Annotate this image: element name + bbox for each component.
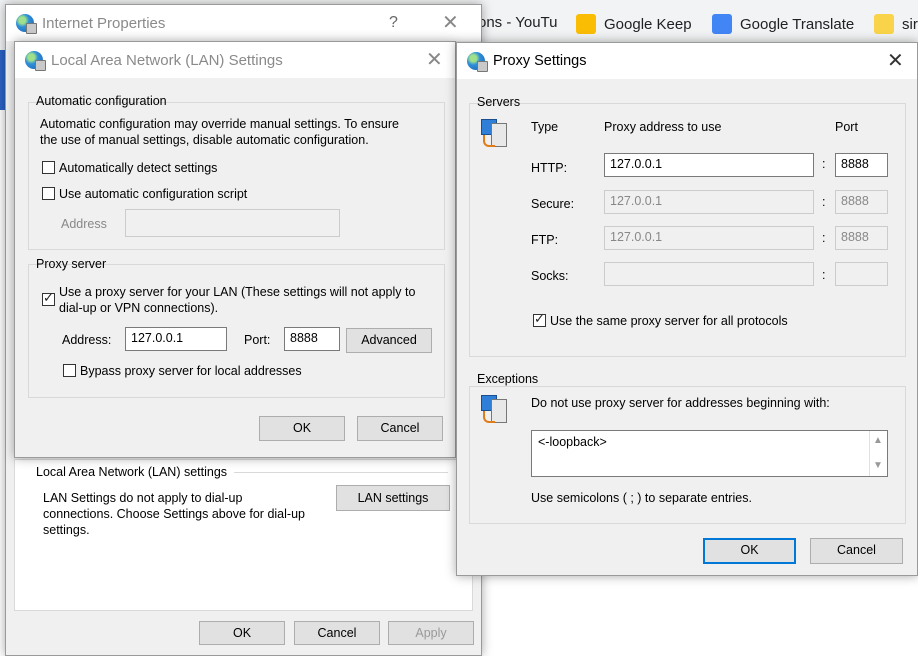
lan-description-line2: connections. Choose Settings above for d… bbox=[43, 507, 305, 521]
proxy-settings-dialog: Proxy Settings ✕ Servers Type Proxy addr… bbox=[456, 42, 918, 576]
advanced-button[interactable]: Advanced bbox=[346, 328, 432, 353]
bookmark-google-translate[interactable]: Google Translate bbox=[712, 14, 854, 34]
exceptions-scrollbar[interactable]: ▲ ▼ bbox=[869, 431, 887, 476]
address-label: Address: bbox=[62, 333, 112, 347]
lan-settings-button[interactable]: LAN settings bbox=[336, 485, 450, 511]
ftp-type-label: FTP: bbox=[531, 233, 559, 247]
script-address-field[interactable] bbox=[125, 209, 340, 237]
apply-button[interactable]: Apply bbox=[388, 621, 474, 645]
column-port-header: Port bbox=[835, 120, 858, 134]
cancel-button[interactable]: Cancel bbox=[294, 621, 380, 645]
exceptions-hint: Use semicolons ( ; ) to separate entries… bbox=[531, 491, 752, 505]
translate-icon bbox=[712, 14, 732, 34]
lan-group-label: Local Area Network (LAN) settings bbox=[36, 465, 228, 479]
lan-settings-dialog: Local Area Network (LAN) Settings ✕ Auto… bbox=[14, 41, 456, 458]
scroll-up-icon[interactable]: ▲ bbox=[873, 433, 883, 449]
bookmark-label: ons - YouTu bbox=[478, 14, 558, 31]
internet-properties-titlebar: Internet Properties ? ✕ bbox=[6, 5, 481, 41]
keep-icon bbox=[576, 14, 596, 34]
servers-group-label: Servers bbox=[477, 95, 521, 109]
http-type-label: HTTP: bbox=[531, 161, 568, 175]
network-server-icon bbox=[481, 117, 509, 149]
http-address-input[interactable]: 127.0.0.1 bbox=[604, 153, 814, 177]
secure-address-input[interactable]: 127.0.0.1 bbox=[604, 190, 814, 214]
bookmark-folder[interactable]: sir bbox=[874, 14, 918, 34]
internet-globe-icon bbox=[467, 52, 488, 72]
secure-type-label: Secure: bbox=[531, 197, 575, 211]
bypass-local-label: Bypass proxy server for local addresses bbox=[80, 364, 302, 378]
same-proxy-checkbox[interactable] bbox=[533, 311, 546, 327]
window-title: Internet Properties bbox=[42, 14, 166, 32]
ftp-address-input[interactable]: 127.0.0.1 bbox=[604, 226, 814, 250]
ok-button[interactable]: OK bbox=[259, 416, 345, 441]
script-address-label: Address bbox=[61, 217, 107, 231]
auto-description-line2: the use of manual settings, disable auto… bbox=[40, 133, 369, 147]
internet-globe-icon bbox=[16, 14, 37, 34]
port-separator: : bbox=[822, 157, 826, 171]
socks-address-input[interactable] bbox=[604, 262, 814, 286]
auto-detect-label: Automatically detect settings bbox=[59, 161, 218, 175]
internet-globe-icon bbox=[25, 51, 46, 71]
folder-icon bbox=[874, 14, 894, 34]
lan-description-line3: settings. bbox=[43, 523, 90, 537]
dialog-title: Proxy Settings bbox=[493, 53, 587, 69]
proxy-group-label: Proxy server bbox=[36, 257, 107, 271]
auto-description-line1: Automatic configuration may override man… bbox=[40, 117, 399, 131]
ftp-port-input[interactable]: 8888 bbox=[835, 226, 888, 250]
network-server-icon bbox=[481, 393, 509, 425]
cancel-button[interactable]: Cancel bbox=[357, 416, 443, 441]
close-icon[interactable]: ✕ bbox=[426, 47, 443, 72]
bookmark-label: Google Translate bbox=[740, 15, 855, 33]
bookmark-label: sir bbox=[902, 15, 918, 33]
bookmark-google-keep[interactable]: Google Keep bbox=[576, 14, 692, 34]
auto-script-checkbox[interactable] bbox=[42, 187, 55, 200]
bookmark-label: Google Keep bbox=[604, 15, 692, 33]
auto-script-label: Use automatic configuration script bbox=[59, 187, 248, 201]
column-address-header: Proxy address to use bbox=[604, 120, 722, 134]
auto-detect-checkbox[interactable] bbox=[42, 161, 55, 174]
bookmark-youtube[interactable]: ons - YouTu bbox=[478, 14, 558, 31]
use-proxy-checkbox[interactable] bbox=[42, 290, 55, 306]
exceptions-textarea[interactable]: <-loopback> ▲ ▼ bbox=[531, 430, 888, 477]
close-icon[interactable]: ✕ bbox=[442, 10, 459, 35]
proxy-address-input[interactable]: 127.0.0.1 bbox=[125, 327, 227, 351]
dialog-title: Local Area Network (LAN) Settings bbox=[51, 51, 283, 69]
port-separator: : bbox=[822, 268, 826, 282]
lan-description-line1: LAN Settings do not apply to dial-up bbox=[43, 491, 243, 505]
secure-port-input[interactable]: 8888 bbox=[835, 190, 888, 214]
socks-type-label: Socks: bbox=[531, 269, 569, 283]
http-port-input[interactable]: 8888 bbox=[835, 153, 888, 177]
scroll-down-icon[interactable]: ▼ bbox=[873, 458, 883, 474]
ok-button[interactable]: OK bbox=[703, 538, 796, 564]
lan-dialog-titlebar: Local Area Network (LAN) Settings ✕ bbox=[15, 42, 455, 78]
use-proxy-label-line2: dial-up or VPN connections). bbox=[59, 301, 219, 315]
auto-group-label: Automatic configuration bbox=[36, 94, 167, 108]
group-divider bbox=[234, 472, 448, 473]
use-proxy-label-line1: Use a proxy server for your LAN (These s… bbox=[59, 285, 416, 299]
cancel-button[interactable]: Cancel bbox=[810, 538, 903, 564]
proxy-port-input[interactable]: 8888 bbox=[284, 327, 340, 351]
help-button[interactable]: ? bbox=[389, 14, 398, 32]
ok-button[interactable]: OK bbox=[199, 621, 285, 645]
bypass-local-checkbox[interactable] bbox=[63, 364, 76, 377]
proxy-dialog-titlebar: Proxy Settings ✕ bbox=[457, 43, 917, 79]
socks-port-input[interactable] bbox=[835, 262, 888, 286]
close-icon[interactable]: ✕ bbox=[887, 48, 904, 73]
exceptions-value: <-loopback> bbox=[538, 435, 607, 449]
port-separator: : bbox=[822, 195, 826, 209]
exceptions-group-label: Exceptions bbox=[477, 372, 539, 386]
same-proxy-label: Use the same proxy server for all protoc… bbox=[550, 314, 788, 328]
exceptions-description: Do not use proxy server for addresses be… bbox=[531, 396, 830, 410]
port-separator: : bbox=[822, 231, 826, 245]
port-label: Port: bbox=[244, 333, 271, 347]
column-type-header: Type bbox=[531, 120, 559, 134]
